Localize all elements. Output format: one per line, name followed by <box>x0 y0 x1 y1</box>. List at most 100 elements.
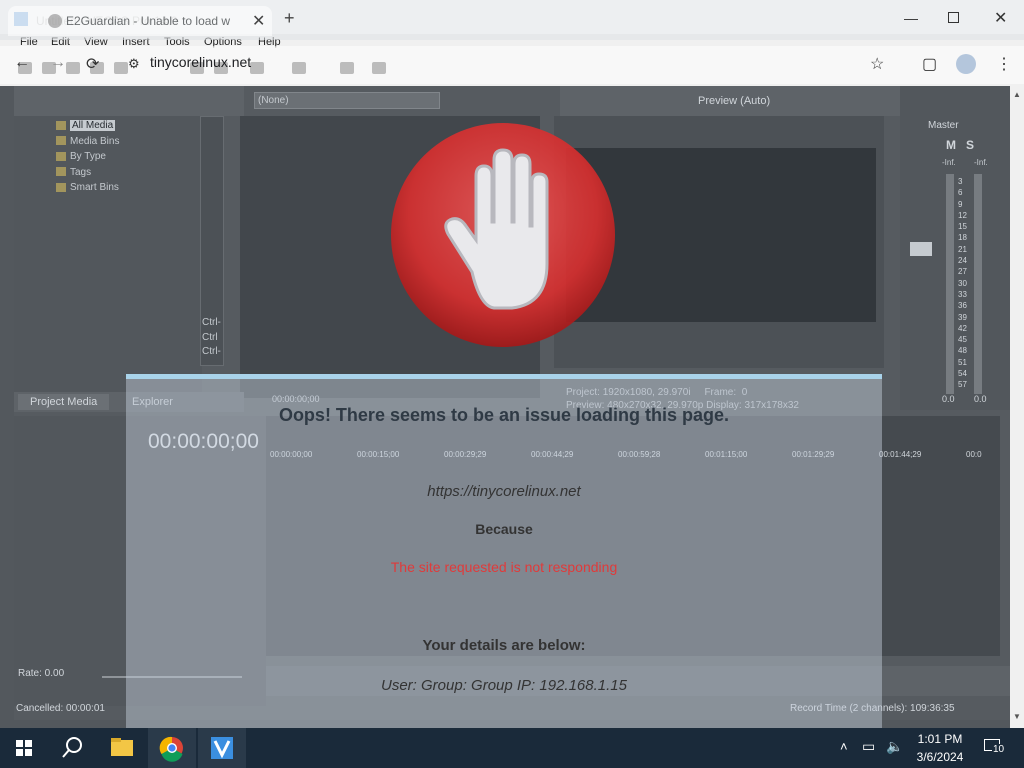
search-button[interactable] <box>48 728 96 768</box>
vu-scale-tick: 36 <box>958 301 967 311</box>
vu-scale-tick: 51 <box>958 357 967 367</box>
menu-help[interactable]: Help <box>258 36 281 48</box>
vu-scale-tick: 27 <box>958 267 967 277</box>
tab-project-media[interactable]: Project Media <box>18 394 110 410</box>
timeline-ruler: 00:00:00;00 00:00:15;00 00:00:29;29 00:00:4… <box>270 450 1000 464</box>
close-window-icon[interactable]: ✕ <box>994 8 1007 28</box>
trimmer-pane <box>240 116 540 398</box>
vegas-pro-window: Untitled - VEGAS Pro 14.0 File Edit View… <box>0 0 1024 728</box>
vu-scale-tick: 54 <box>958 369 967 379</box>
vegas-workspace: All Media Media Bins By Type Tags Smart … <box>14 86 1010 720</box>
menu-view[interactable]: View <box>84 36 108 48</box>
search-icon <box>62 737 82 758</box>
explorer-toolbar <box>14 86 244 116</box>
back-icon[interactable]: ← <box>14 54 30 72</box>
chrome-icon <box>159 736 183 762</box>
site-info-icon[interactable]: ⚙ <box>128 56 140 72</box>
window-docking-tabs: Project Media Explorer <box>14 392 244 412</box>
vu-scale-tick: 42 <box>958 323 967 333</box>
vu-scale-tick: 9 <box>958 199 963 209</box>
vu-meter-right <box>974 174 982 394</box>
menu-tools[interactable]: Tools <box>164 36 190 48</box>
vu-scale-tick: 57 <box>958 380 967 390</box>
inf-right: -Inf. <box>974 158 988 167</box>
folder-icon <box>56 120 66 130</box>
notification-count: 10 <box>992 744 1006 755</box>
minimize-icon[interactable]: — <box>904 10 918 26</box>
menu-options[interactable]: Options <box>204 36 242 48</box>
vu-scale: 3 6 9 12 15 18 21 24 27 30 33 36 39 42 45 48 51 54 57 <box>958 176 967 391</box>
menu-edit[interactable]: Edit <box>51 36 70 48</box>
tree-item-tags[interactable]: Tags <box>56 165 119 181</box>
undo-icon[interactable] <box>250 62 264 74</box>
windows-taskbar: ˄ ▭ 🔈 1:01 PM 3/6/2024 10 <box>0 728 1024 768</box>
tab-explorer[interactable]: Explorer <box>132 396 173 408</box>
menu-kebab-icon[interactable]: ⋮ <box>996 54 1012 74</box>
reload-icon[interactable]: ⟳ <box>86 54 99 74</box>
tree-item-all-media[interactable]: All Media <box>56 118 119 134</box>
close-tab-icon[interactable]: ✕ <box>252 11 265 31</box>
side-panel-icon[interactable]: ▢ <box>922 54 937 74</box>
show-hidden-icons-icon[interactable]: ˄ <box>840 739 848 754</box>
vu-scale-tick: 3 <box>958 177 963 186</box>
track-header-area <box>14 416 266 706</box>
clock-date[interactable]: 3/6/2024 <box>910 750 970 764</box>
ruler-label: 00:01:15;00 <box>705 450 748 459</box>
rate-slider[interactable] <box>102 676 242 678</box>
forward-icon[interactable]: → <box>50 54 66 72</box>
vegas-app-icon <box>14 12 28 26</box>
screen: Untitled - VEGAS Pro 14.0 File Edit View… <box>0 0 1024 728</box>
chrome-button[interactable] <box>148 728 196 768</box>
folder-icon <box>56 136 66 146</box>
volume-muted-icon[interactable]: 🔈 <box>886 738 903 755</box>
fader-handle[interactable] <box>910 242 932 256</box>
preset-select[interactable]: (None) <box>254 92 440 109</box>
ruler-label: 00:01:44;29 <box>879 450 922 459</box>
tree-item-by-type[interactable]: By Type <box>56 149 119 165</box>
vegas-window-title: Untitled - VEGAS Pro 14.0 <box>36 14 178 28</box>
trimmer-timecode: 00:00:00;00 <box>272 394 320 404</box>
video-preview-screen <box>566 148 876 322</box>
vu-meter-left <box>946 174 954 394</box>
tree-item-media-bins[interactable]: Media Bins <box>56 134 119 150</box>
preview-quality-label[interactable]: Preview (Auto) <box>698 95 770 107</box>
media-tree: All Media Media Bins By Type Tags Smart … <box>56 118 119 196</box>
master-label: Master <box>928 120 959 131</box>
folder-icon <box>56 151 66 161</box>
start-button[interactable] <box>0 728 48 768</box>
network-icon[interactable]: ▭ <box>862 738 875 755</box>
folder-icon <box>56 167 66 177</box>
bookmark-star-icon[interactable]: ☆ <box>870 54 884 74</box>
mute-button[interactable]: M <box>946 138 956 152</box>
pointer-icon[interactable] <box>340 62 354 74</box>
menu-file[interactable]: File <box>20 36 38 48</box>
clock-time[interactable]: 1:01 PM <box>910 732 970 746</box>
status-record-time: Record Time (2 channels): 109:36:35 <box>790 703 955 714</box>
vu-scale-tick: 6 <box>958 188 963 198</box>
folder-icon <box>111 738 133 756</box>
save-icon[interactable] <box>66 62 80 74</box>
vu-scale-tick: 12 <box>958 210 967 220</box>
profile-avatar-icon[interactable] <box>956 54 976 74</box>
redo-icon[interactable] <box>292 62 306 74</box>
menu-insert[interactable]: Insert <box>122 36 150 48</box>
file-explorer-button[interactable] <box>98 728 146 768</box>
ruler-label: 00:00:00;00 <box>270 450 313 459</box>
maximize-icon[interactable] <box>948 12 959 23</box>
new-tab-icon[interactable]: + <box>284 8 295 29</box>
project-info: Project: 1920x1080, 29.970i Frame: 0 Pre… <box>566 387 799 411</box>
ruler-label: 00:00:44;29 <box>531 450 574 459</box>
properties-icon[interactable] <box>114 62 128 74</box>
vegas-button[interactable] <box>198 728 246 768</box>
rate-label: Rate: 0.00 <box>18 668 65 679</box>
tree-item-smart-bins[interactable]: Smart Bins <box>56 180 119 196</box>
vegas-menu-bar: File Edit View Insert Tools Options Help <box>0 34 1024 52</box>
copy-icon[interactable] <box>214 62 228 74</box>
vu-scale-tick: 21 <box>958 244 967 254</box>
help-icon[interactable] <box>372 62 386 74</box>
action-center-button[interactable]: 10 <box>982 736 1006 760</box>
solo-button[interactable]: S <box>966 138 974 152</box>
vu-scale-tick: 45 <box>958 335 967 345</box>
cut-icon[interactable] <box>190 62 204 74</box>
vegas-title-bar: Untitled - VEGAS Pro 14.0 <box>0 0 1024 34</box>
